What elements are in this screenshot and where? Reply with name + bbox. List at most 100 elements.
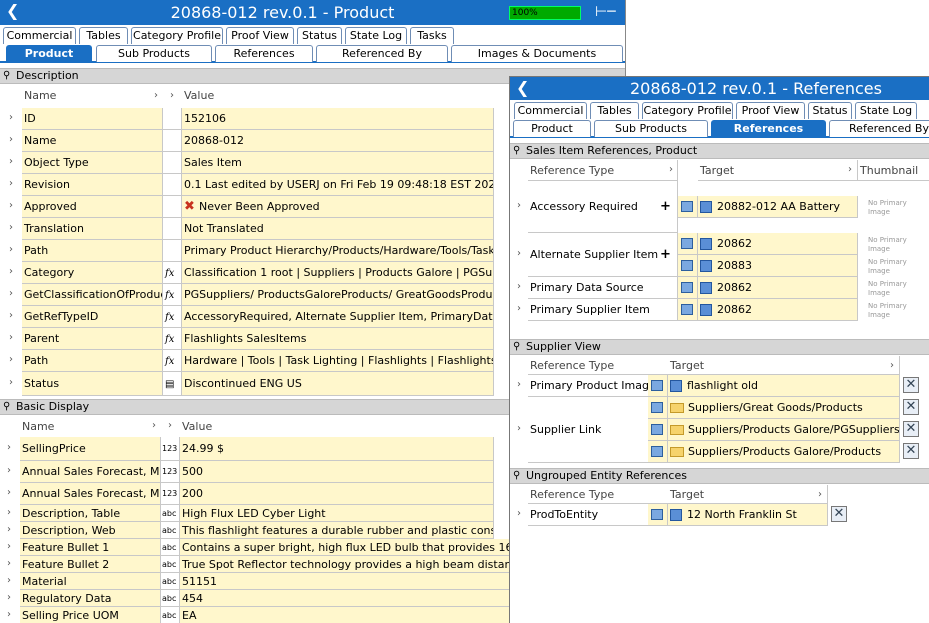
column-header-name[interactable]: Name	[20, 417, 160, 437]
remove-reference-button[interactable]: ✕	[903, 399, 919, 415]
row-expand-icon[interactable]: ›	[6, 288, 16, 299]
row-value[interactable]: This flashlight features a durable rubbe…	[180, 522, 494, 539]
column-header-reference-type[interactable]: Reference Type	[528, 485, 678, 504]
back-icon[interactable]: ❮	[516, 78, 529, 97]
column-menu-icon[interactable]: ›	[665, 164, 677, 175]
row-expand-icon[interactable]: ›	[514, 281, 524, 292]
row-expand-icon[interactable]: ›	[6, 377, 16, 388]
remove-reference-button[interactable]: ✕	[903, 443, 919, 459]
pin-window-icon[interactable]: ⊢─	[595, 4, 616, 20]
table-row[interactable]: ›ProdToEntity+12 North Franklin St✕	[510, 504, 929, 526]
tab-proof-view[interactable]: Proof View	[226, 27, 294, 44]
row-expand-icon[interactable]: ›	[6, 112, 16, 123]
row-value[interactable]: PGSuppliers/ ProductsGaloreProducts/ Gre…	[182, 284, 494, 306]
row-expand-icon[interactable]: ›	[6, 134, 16, 145]
column-menu-icon[interactable]: ›	[814, 489, 826, 500]
add-reference-icon[interactable]: +	[660, 199, 671, 214]
pin-icon[interactable]: ⚲	[513, 340, 520, 354]
row-expand-icon[interactable]: ›	[4, 592, 14, 603]
tab-product[interactable]: Product	[513, 120, 591, 137]
table-row[interactable]: › Alternate Supplier Item +20862 No Primary…	[510, 233, 929, 277]
tab-tables[interactable]: Tables	[79, 27, 128, 44]
row-expand-icon[interactable]: ›	[6, 200, 16, 211]
tab-tables[interactable]: Tables	[590, 102, 639, 119]
add-reference-icon[interactable]: +	[660, 247, 671, 262]
column-menu-icon[interactable]: ›	[166, 90, 178, 101]
row-expand-icon[interactable]: ›	[4, 507, 14, 518]
table-row[interactable]: ›Supplier Link+Suppliers/Great Goods/Pro…	[510, 397, 929, 463]
reference-target[interactable]: Suppliers/Products Galore/PGSuppliers	[668, 419, 900, 441]
row-expand-icon[interactable]: ›	[6, 266, 16, 277]
row-expand-icon[interactable]: ›	[6, 178, 16, 189]
column-menu-icon[interactable]: ›	[844, 164, 856, 175]
column-header-reference-type[interactable]: Reference Type	[528, 160, 678, 181]
pin-icon[interactable]: ⚲	[513, 469, 520, 483]
reference-target[interactable]: 20882-012 AA Battery	[698, 196, 858, 218]
remove-reference-button[interactable]: ✕	[903, 377, 919, 393]
row-expand-icon[interactable]: ›	[514, 423, 524, 434]
column-menu-icon[interactable]: ›	[164, 420, 176, 431]
row-value[interactable]: AccessoryRequired, Alternate Supplier It…	[182, 306, 494, 328]
row-expand-icon[interactable]: ›	[6, 244, 16, 255]
pin-icon[interactable]: ⚲	[3, 400, 10, 414]
column-header-target[interactable]: Target	[668, 485, 828, 504]
row-expand-icon[interactable]: ›	[514, 379, 524, 390]
tab-state-log[interactable]: State Log	[345, 27, 407, 44]
table-row[interactable]: › Primary Product Image flashlight old ✕	[510, 375, 929, 397]
tab-product[interactable]: Product	[6, 45, 92, 62]
reference-target[interactable]: Suppliers/Great Goods/Products	[668, 397, 900, 419]
row-expand-icon[interactable]: ›	[514, 248, 524, 259]
tab-state-log[interactable]: State Log	[855, 102, 917, 119]
row-value[interactable]: 24.99 $	[180, 437, 494, 461]
reference-target[interactable]: 20883	[698, 255, 858, 277]
row-expand-icon[interactable]: ›	[6, 332, 16, 343]
row-expand-icon[interactable]: ›	[4, 575, 14, 586]
row-expand-icon[interactable]: ›	[4, 609, 14, 620]
reference-target[interactable]: Suppliers/Products Galore/Products	[668, 441, 900, 463]
row-expand-icon[interactable]: ›	[4, 541, 14, 552]
row-expand-icon[interactable]: ›	[6, 354, 16, 365]
tab-commercial[interactable]: Commercial	[514, 102, 587, 119]
supplier-view-section-header[interactable]: ⚲ Supplier View	[510, 339, 929, 355]
row-expand-icon[interactable]: ›	[4, 442, 14, 453]
remove-reference-button[interactable]: ✕	[831, 506, 847, 522]
tab-category-profile[interactable]: Category Profile	[642, 102, 733, 119]
tab-commercial[interactable]: Commercial	[3, 27, 76, 44]
column-header-name[interactable]: Name	[22, 86, 162, 108]
tab-tasks[interactable]: Tasks	[410, 27, 454, 44]
row-value[interactable]: Discontinued ENG US	[182, 372, 494, 396]
tab-references[interactable]: References	[711, 120, 826, 137]
table-row[interactable]: › Accessory Required +20882-012 AA Battery…	[510, 181, 929, 233]
column-header-target[interactable]: Target	[698, 160, 858, 181]
column-header-target[interactable]: Target	[668, 356, 900, 375]
pin-icon[interactable]: ⚲	[513, 144, 520, 158]
tab-proof-view[interactable]: Proof View	[736, 102, 805, 119]
tab-sub-products[interactable]: Sub Products	[594, 120, 708, 137]
row-value[interactable]: High Flux LED Cyber Light	[180, 505, 494, 522]
tab-status[interactable]: Status	[297, 27, 342, 44]
column-header-reference-type[interactable]: Reference Type	[528, 356, 678, 375]
column-header-value[interactable]: Value	[180, 417, 492, 437]
reference-target[interactable]: 20862	[698, 277, 858, 299]
tab-references[interactable]: References	[215, 45, 313, 62]
row-expand-icon[interactable]: ›	[4, 524, 14, 535]
row-expand-icon[interactable]: ›	[6, 222, 16, 233]
row-expand-icon[interactable]: ›	[4, 487, 14, 498]
column-menu-icon[interactable]: ›	[150, 90, 162, 101]
row-expand-icon[interactable]: ›	[514, 508, 524, 519]
column-menu-icon[interactable]: ›	[886, 360, 898, 371]
tab-sub-products[interactable]: Sub Products	[96, 45, 212, 62]
remove-reference-button[interactable]: ✕	[903, 421, 919, 437]
tab-referenced-by[interactable]: Referenced By	[316, 45, 448, 62]
row-value[interactable]: Classification 1 root | Suppliers | Prod…	[182, 262, 494, 284]
column-header-thumbnail[interactable]: Thumbnail	[858, 160, 929, 181]
ungrouped-section-header[interactable]: ⚲ Ungrouped Entity References	[510, 468, 929, 484]
row-expand-icon[interactable]: ›	[6, 310, 16, 321]
reference-target[interactable]: 12 North Franklin St	[668, 504, 828, 526]
row-expand-icon[interactable]: ›	[514, 303, 524, 314]
reference-target[interactable]: 20862	[698, 299, 858, 321]
reference-target[interactable]: flashlight old	[668, 375, 900, 397]
tab-images-documents[interactable]: Images & Documents	[451, 45, 623, 62]
row-expand-icon[interactable]: ›	[6, 156, 16, 167]
tab-referenced-by[interactable]: Referenced By	[829, 120, 929, 137]
